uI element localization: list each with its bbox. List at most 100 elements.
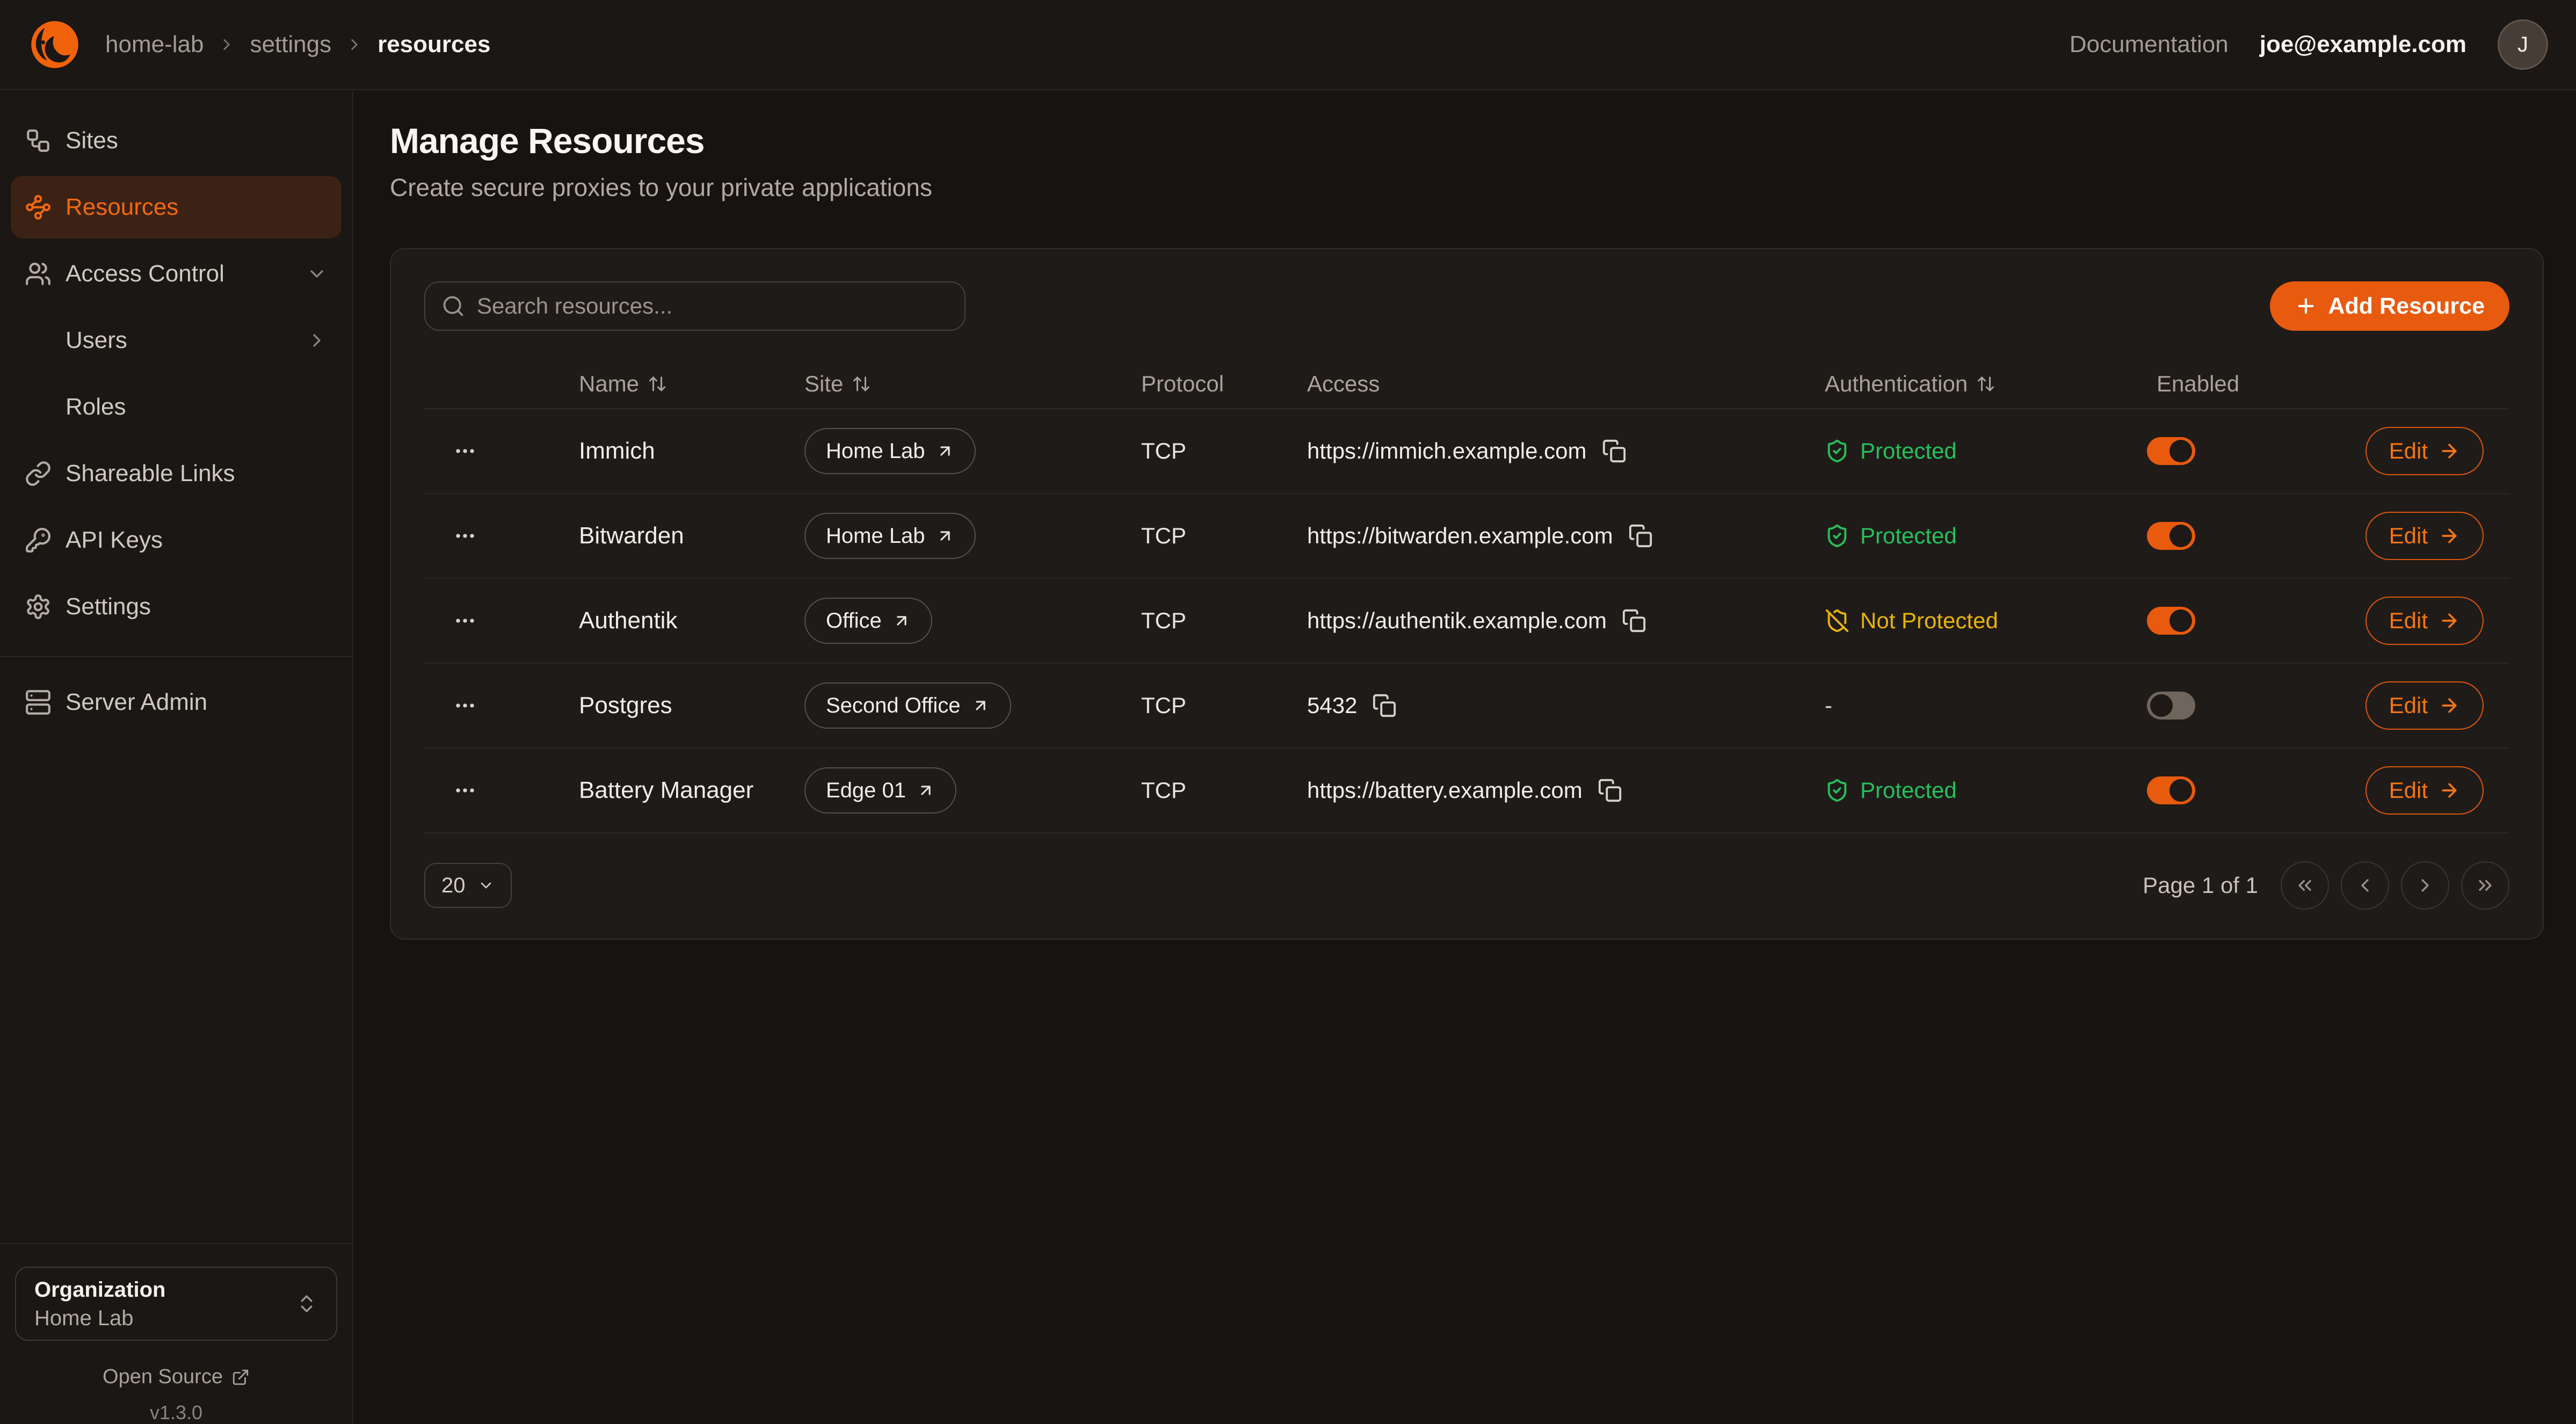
- chevron-right-icon: [345, 35, 364, 54]
- sidebar-item-label: Server Admin: [66, 689, 207, 716]
- row-menu-button[interactable]: [424, 607, 579, 635]
- sidebar-item-server-admin[interactable]: Server Admin: [11, 671, 342, 733]
- resources-table: Name Site Protocol Access Authentication: [424, 360, 2509, 833]
- documentation-link[interactable]: Documentation: [2070, 31, 2229, 58]
- copy-button[interactable]: [1598, 778, 1622, 803]
- edit-button[interactable]: Edit: [2365, 681, 2484, 730]
- last-page-button[interactable]: [2461, 861, 2509, 910]
- breadcrumb-settings[interactable]: settings: [250, 31, 331, 58]
- chevrons-up-down-icon: [295, 1292, 318, 1315]
- access-url: https://battery.example.com: [1307, 778, 1583, 803]
- next-page-button[interactable]: [2401, 861, 2449, 910]
- site-name: Second Office: [826, 694, 961, 718]
- edit-button[interactable]: Edit: [2365, 427, 2484, 475]
- ellipsis-icon: [451, 607, 479, 635]
- copy-button[interactable]: [1622, 608, 1646, 633]
- chevron-right-icon: [217, 35, 236, 54]
- authentication-badge: Protected: [1825, 778, 2132, 803]
- edit-button[interactable]: Edit: [2365, 512, 2484, 560]
- row-menu-button[interactable]: [424, 437, 579, 465]
- copy-icon: [1372, 693, 1397, 718]
- sidebar-item-label: Shareable Links: [66, 460, 235, 487]
- site-link-chip[interactable]: Second Office: [804, 682, 1011, 729]
- pager-right: Page 1 of 1: [2143, 861, 2509, 910]
- table-header: Name Site Protocol Access Authentication: [424, 360, 2509, 409]
- add-resource-label: Add Resource: [2328, 293, 2485, 319]
- table-row: Immich Home Lab TCP https://immich.examp…: [424, 409, 2509, 494]
- sidebar-item-settings[interactable]: Settings: [11, 576, 342, 638]
- sidebar-item-roles[interactable]: Roles: [11, 376, 342, 438]
- add-resource-button[interactable]: Add Resource: [2270, 281, 2509, 331]
- table-row: Postgres Second Office TCP 5432 - Edit: [424, 664, 2509, 749]
- server-icon: [25, 689, 52, 716]
- app-logo-pangolin-icon[interactable]: [28, 18, 82, 71]
- plus-icon: [2295, 295, 2317, 317]
- row-menu-button[interactable]: [424, 776, 579, 804]
- access-url: https://immich.example.com: [1307, 438, 1587, 464]
- authentication-label: Protected: [1860, 523, 1957, 549]
- site-link-chip[interactable]: Home Lab: [804, 513, 976, 559]
- table-body: Immich Home Lab TCP https://immich.examp…: [424, 409, 2509, 833]
- sidebar-item-users[interactable]: Users: [11, 309, 342, 372]
- organization-value: Home Lab: [34, 1304, 165, 1332]
- access-url: https://bitwarden.example.com: [1307, 523, 1613, 549]
- breadcrumb-org[interactable]: home-lab: [105, 31, 204, 58]
- pager-buttons: [2281, 861, 2509, 910]
- first-page-button[interactable]: [2281, 861, 2329, 910]
- column-label: Site: [804, 371, 843, 397]
- enabled-toggle[interactable]: [2147, 692, 2195, 720]
- edit-button[interactable]: Edit: [2365, 597, 2484, 645]
- edit-button[interactable]: Edit: [2365, 766, 2484, 815]
- search-input[interactable]: [477, 293, 948, 319]
- site-link-chip[interactable]: Office: [804, 598, 932, 644]
- column-site[interactable]: Site: [804, 371, 1141, 397]
- user-avatar[interactable]: J: [2498, 19, 2548, 70]
- sort-icon: [1976, 374, 1996, 394]
- site-name: Home Lab: [826, 524, 925, 548]
- organization-selector[interactable]: Organization Home Lab: [15, 1267, 337, 1341]
- enabled-cell: [2132, 776, 2336, 804]
- sidebar-item-label: Users: [66, 327, 127, 354]
- enabled-toggle[interactable]: [2147, 522, 2195, 550]
- row-menu-button[interactable]: [424, 522, 579, 550]
- sidebar-item-api-keys[interactable]: API Keys: [11, 509, 342, 571]
- sidebar-item-shareable-links[interactable]: Shareable Links: [11, 442, 342, 505]
- column-name[interactable]: Name: [579, 371, 804, 397]
- sidebar-item-sites[interactable]: Sites: [11, 110, 342, 172]
- card-toolbar: Add Resource: [424, 281, 2509, 331]
- ellipsis-icon: [451, 776, 479, 804]
- site-link-chip[interactable]: Home Lab: [804, 428, 976, 474]
- enabled-toggle[interactable]: [2147, 437, 2195, 465]
- sidebar-item-resources[interactable]: Resources: [11, 176, 342, 238]
- page-size-select[interactable]: 20: [424, 863, 512, 908]
- copy-button[interactable]: [1372, 693, 1397, 718]
- copy-button[interactable]: [1602, 439, 1627, 463]
- resources-icon: [25, 194, 52, 221]
- shield-check-icon: [1825, 439, 1849, 463]
- open-source-label: Open Source: [103, 1365, 223, 1389]
- chevrons-right-icon: [2475, 875, 2496, 896]
- sidebar-item-label: Sites: [66, 127, 118, 154]
- breadcrumb-resources[interactable]: resources: [378, 31, 490, 58]
- site-link-chip[interactable]: Edge 01: [804, 767, 956, 813]
- enabled-toggle[interactable]: [2147, 776, 2195, 804]
- site-name: Office: [826, 609, 882, 633]
- page-title: Manage Resources: [390, 120, 2576, 161]
- column-authentication[interactable]: Authentication: [1825, 371, 2132, 397]
- organization-label: Organization: [34, 1275, 165, 1304]
- shield-check-icon: [1825, 778, 1849, 803]
- enabled-toggle[interactable]: [2147, 607, 2195, 635]
- copy-button[interactable]: [1628, 524, 1653, 548]
- open-source-link[interactable]: Open Source: [15, 1365, 337, 1389]
- arrow-up-right-icon: [936, 527, 954, 545]
- authentication-label: Not Protected: [1860, 608, 1998, 634]
- user-email[interactable]: joe@example.com: [2260, 31, 2466, 58]
- prev-page-button[interactable]: [2341, 861, 2389, 910]
- sidebar-item-label: Resources: [66, 194, 178, 221]
- access-url: https://authentik.example.com: [1307, 608, 1607, 634]
- enabled-cell: [2132, 607, 2336, 635]
- authentication-label: Protected: [1860, 438, 1957, 464]
- enabled-cell: [2132, 437, 2336, 465]
- row-menu-button[interactable]: [424, 692, 579, 720]
- sidebar-item-access-control[interactable]: Access Control: [11, 243, 342, 305]
